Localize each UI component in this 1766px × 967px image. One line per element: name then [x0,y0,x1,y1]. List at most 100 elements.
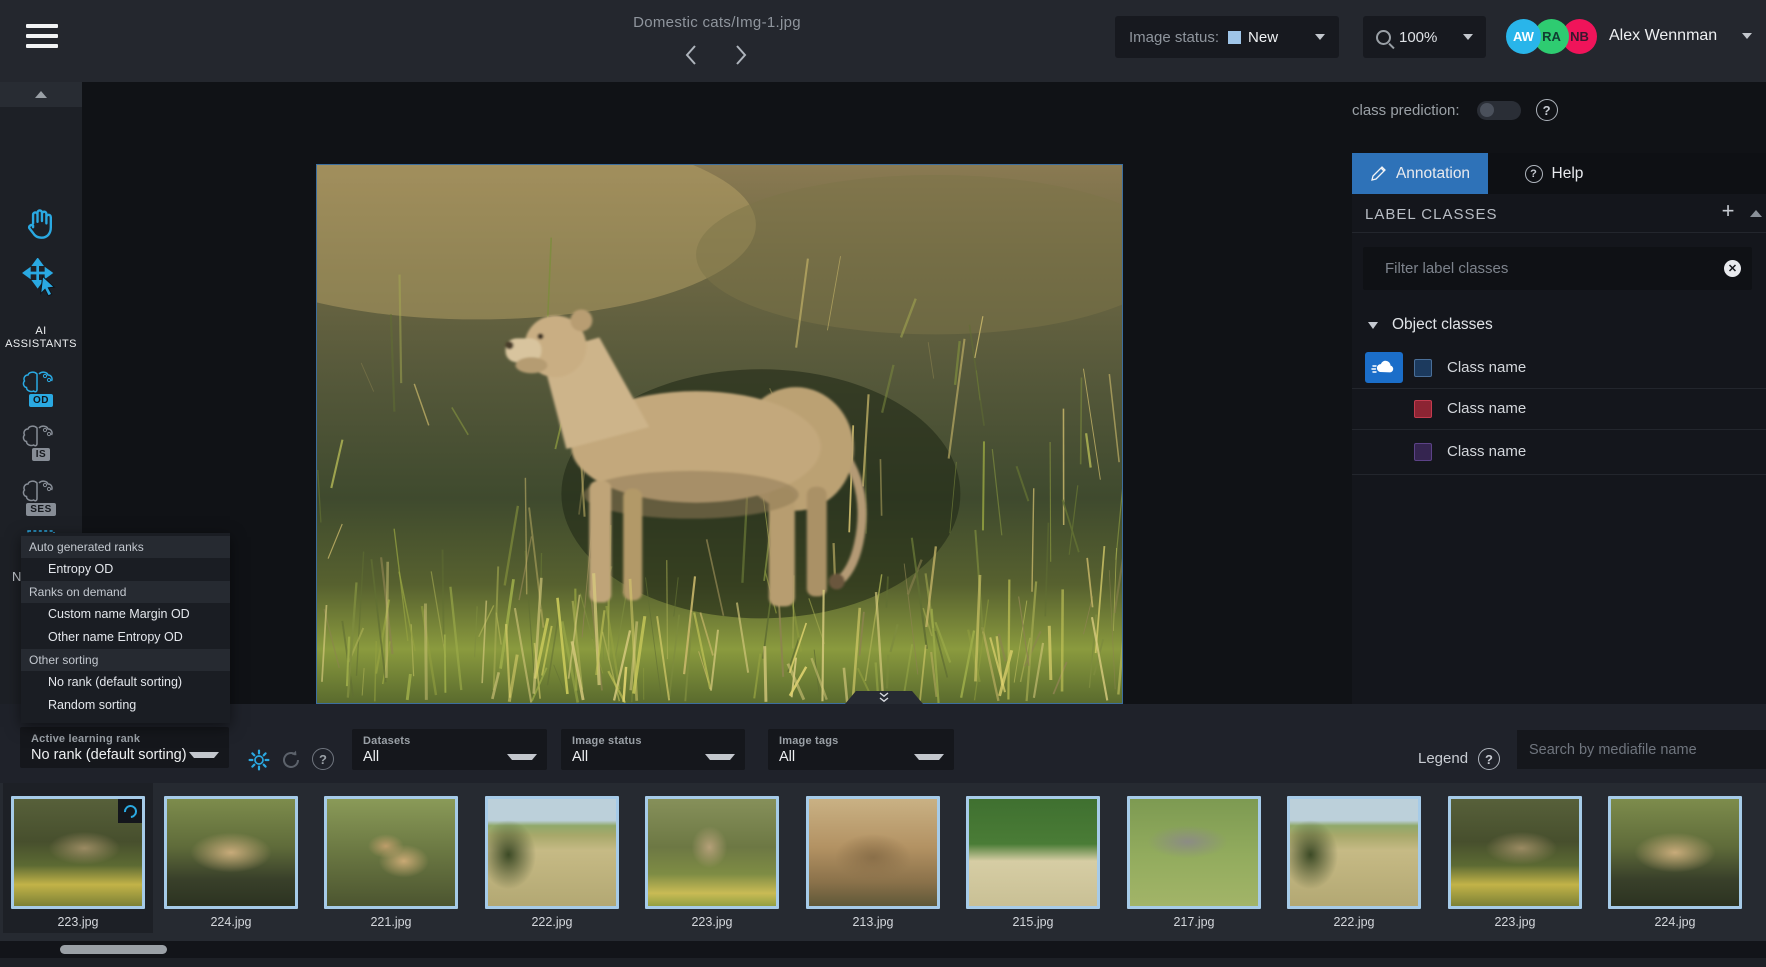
filmstrip-scrollbar-track[interactable] [0,941,1766,958]
filter-label-classes: ✕ [1363,247,1752,290]
rank-menu-group-header: Ranks on demand [21,581,230,603]
image-tags-select[interactable]: Image tags All [768,729,954,770]
settings-button[interactable] [247,748,271,772]
double-chevron-down-icon [877,692,891,704]
class-prediction-help-icon[interactable]: ? [1536,99,1558,121]
thumbnail-image[interactable] [1608,796,1742,909]
tab-annotation-label: Annotation [1396,165,1470,183]
annotation-canvas-image[interactable] [316,164,1123,704]
filmstrip-filename: 217.jpg [1127,915,1261,929]
filmstrip-item[interactable]: 224.jpg [164,783,298,929]
assistant-semantic-segmentation-button[interactable]: SES [0,477,82,516]
hand-tool-button[interactable] [0,206,82,244]
assistant-object-detection-button[interactable]: OD [0,368,82,407]
top-bar: Domestic cats/Img-1.jpg Image status: Ne… [0,0,1766,82]
class-color-swatch[interactable] [1414,443,1432,461]
active-learning-rank-menu: Auto generated ranks Entropy OD Ranks on… [21,533,230,723]
user-menu[interactable]: Alex Wennman [1609,27,1717,45]
object-classes-group[interactable]: Object classes [1352,308,1766,342]
filmstrip-filename: 222.jpg [485,915,619,929]
filmstrip-item-selected[interactable]: 223.jpg [11,783,145,929]
divider [1352,232,1766,233]
class-color-swatch[interactable] [1414,359,1432,377]
filmstrip-item[interactable]: 223.jpg [1448,783,1582,929]
processing-badge [118,799,142,823]
tab-annotation[interactable]: Annotation [1352,153,1488,194]
previous-image-button[interactable] [678,44,704,70]
add-class-button[interactable]: + [1717,201,1739,223]
image-status-filter-select[interactable]: Image status All [561,729,745,770]
image-tags-value: All [779,749,795,765]
caret-down-icon [1368,322,1378,329]
filmstrip-item[interactable]: 224.jpg [1608,783,1742,929]
image-tags-label: Image tags [779,735,944,747]
class-row[interactable]: Class name [1352,389,1766,430]
legend-help-button[interactable]: ? [1478,748,1500,770]
avatar[interactable]: AW [1506,19,1541,54]
pencil-icon [1370,165,1387,182]
image-status-filter-label: Image status [572,735,735,747]
filmstrip-item[interactable]: 222.jpg [1287,783,1421,929]
rank-help-button[interactable]: ? [312,748,336,772]
caret-down-icon[interactable] [1742,33,1752,39]
filmstrip-filename: 221.jpg [324,915,458,929]
thumbnail-image[interactable] [645,796,779,909]
refresh-icon [279,748,303,772]
filmstrip-scrollbar-thumb[interactable] [60,945,167,954]
class-name: Class name [1447,359,1526,376]
clear-filter-button[interactable]: ✕ [1724,260,1741,277]
class-row-selected[interactable]: Class name [1352,346,1766,389]
caret-down-icon [189,752,219,758]
image-status-select[interactable]: Image status: New [1115,16,1339,58]
refresh-ranks-button[interactable] [279,748,303,772]
class-color-swatch[interactable] [1414,400,1432,418]
thumbnail-image[interactable] [11,796,145,909]
active-learning-rank-select[interactable]: Active learning rank No rank (default so… [20,727,229,768]
caret-down-icon [1315,34,1325,40]
rank-menu-item-other-entropy-od[interactable]: Other name Entropy OD [21,626,230,649]
bottom-strip [0,958,1766,967]
question-circle-icon: ? [312,748,334,770]
thumbnail-image[interactable] [966,796,1100,909]
assistant-instance-segmentation-button[interactable]: IS [0,422,82,461]
filmstrip-filename: 223.jpg [1448,915,1582,929]
class-tool-tile[interactable] [1365,352,1403,383]
rank-menu-item-custom-margin-od[interactable]: Custom name Margin OD [21,603,230,626]
right-panel-tabbar: Annotation ? Help [1352,153,1766,194]
filmstrip-item[interactable]: 215.jpg [966,783,1100,929]
thumbnail-image[interactable] [1287,796,1421,909]
filmstrip-item[interactable]: 223.jpg [645,783,779,929]
tab-help-label: Help [1552,165,1584,183]
thumbnail-image[interactable] [324,796,458,909]
rank-menu-item-random-sorting[interactable]: Random sorting [21,694,230,717]
filmstrip-item[interactable]: 221.jpg [324,783,458,929]
class-row[interactable]: Class name [1352,430,1766,475]
sidebar-scroll-up-button[interactable] [0,82,82,107]
zoom-level-select[interactable]: 100% [1363,16,1486,58]
is-badge: IS [32,448,50,461]
filter-label-classes-input[interactable] [1363,247,1752,290]
move-tool-button[interactable] [0,258,82,298]
filmstrip-item[interactable]: 222.jpg [485,783,619,929]
collapse-panel-icon[interactable] [1750,210,1762,217]
image-status-filter-value: All [572,749,588,765]
hamburger-menu-icon[interactable] [26,24,58,50]
filmstrip-filename: 222.jpg [1287,915,1421,929]
filmstrip-item[interactable]: 217.jpg [1127,783,1261,929]
class-name: Class name [1447,400,1526,417]
thumbnail-image[interactable] [164,796,298,909]
thumbnail-image[interactable] [1448,796,1582,909]
next-image-button[interactable] [728,44,754,70]
mediafile-search-input[interactable] [1517,730,1766,769]
filmstrip-filename: 223.jpg [11,915,145,929]
rank-menu-item-no-rank[interactable]: No rank (default sorting) [21,671,230,694]
class-prediction-toggle[interactable] [1477,101,1521,120]
collapse-filmstrip-handle[interactable] [845,691,923,704]
thumbnail-image[interactable] [806,796,940,909]
tab-help[interactable]: ? Help [1488,153,1620,194]
thumbnail-image[interactable] [485,796,619,909]
filmstrip-item[interactable]: 213.jpg [806,783,940,929]
rank-menu-item-entropy-od[interactable]: Entropy OD [21,558,230,581]
datasets-select[interactable]: Datasets All [352,729,547,770]
thumbnail-image[interactable] [1127,796,1261,909]
